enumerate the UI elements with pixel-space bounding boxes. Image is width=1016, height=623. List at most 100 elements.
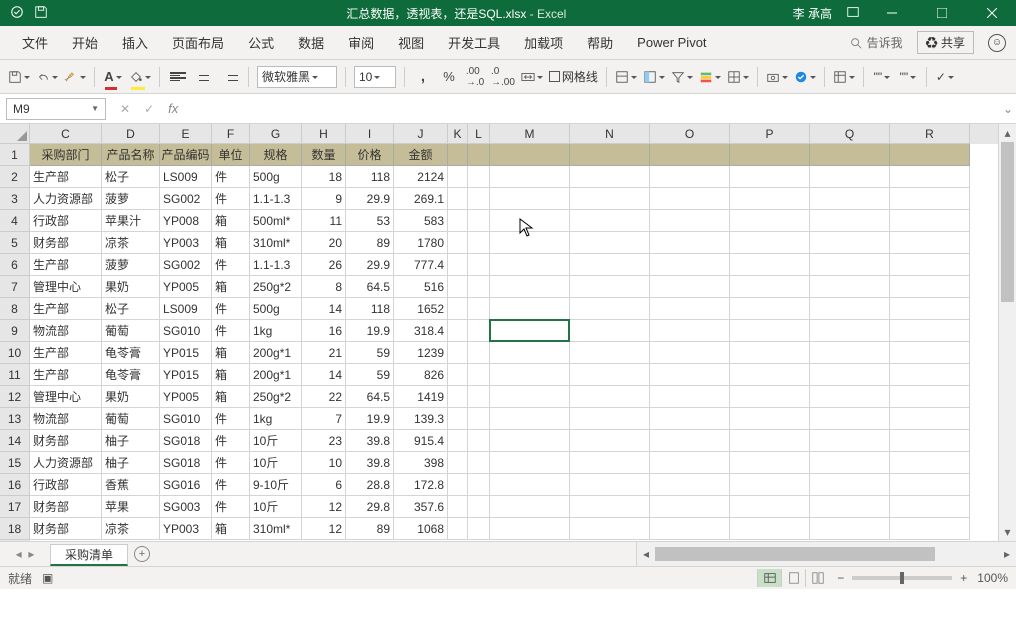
menu-Power Pivot[interactable]: Power Pivot [625,26,718,60]
col-header-E[interactable]: E [160,124,212,144]
cell[interactable]: 29.9 [346,188,394,210]
cell[interactable]: 财务部 [30,518,102,540]
cell[interactable] [468,452,490,474]
cell[interactable]: 21 [302,342,346,364]
cell[interactable]: SG018 [160,452,212,474]
cell[interactable]: 箱 [212,276,250,298]
formula-input[interactable] [192,98,1000,120]
zoom-slider[interactable] [852,576,952,580]
cell[interactable] [890,496,970,518]
cell[interactable]: 64.5 [346,386,394,408]
cell[interactable] [490,298,570,320]
freeze-panes-tool[interactable] [643,65,665,89]
align-right-tool[interactable] [220,65,240,89]
cell[interactable] [570,166,650,188]
row-header-12[interactable]: 12 [0,386,30,408]
cell[interactable] [490,430,570,452]
maximize-button[interactable] [924,0,960,26]
col-header-M[interactable]: M [490,124,570,144]
sheet-tab-active[interactable]: 采购清单 [50,544,128,566]
borders-tool[interactable] [727,65,749,89]
cell[interactable]: 1419 [394,386,448,408]
cell[interactable]: 500g [250,166,302,188]
autosave-icon[interactable] [10,5,24,22]
font-color-tool[interactable]: A [103,65,123,89]
font-size-select[interactable]: 10 [354,66,396,88]
cell[interactable]: 件 [212,452,250,474]
header-cell[interactable] [448,144,468,166]
cell[interactable]: 箱 [212,364,250,386]
cell[interactable] [730,364,810,386]
row-header-11[interactable]: 11 [0,364,30,386]
row-header-7[interactable]: 7 [0,276,30,298]
cell[interactable] [448,496,468,518]
header-cell[interactable]: 单位 [212,144,250,166]
cell[interactable]: 葡萄 [102,408,160,430]
cell[interactable]: YP005 [160,276,212,298]
cell[interactable]: 139.3 [394,408,448,430]
cell[interactable]: 龟苓膏 [102,364,160,386]
row-header-2[interactable]: 2 [0,166,30,188]
cell[interactable]: 菠萝 [102,254,160,276]
cell[interactable]: 2124 [394,166,448,188]
cell[interactable] [650,232,730,254]
cell[interactable]: 28.8 [346,474,394,496]
cell[interactable] [810,364,890,386]
misc-tool-3[interactable]: ✓ [935,65,955,89]
view-page-layout-button[interactable] [781,569,805,587]
cell[interactable] [490,386,570,408]
cell[interactable] [490,452,570,474]
cell[interactable]: 10斤 [250,496,302,518]
cell[interactable] [448,298,468,320]
row-header-17[interactable]: 17 [0,496,30,518]
view-page-break-button[interactable] [805,569,829,587]
header-cell[interactable] [570,144,650,166]
cell[interactable] [448,210,468,232]
row-header-15[interactable]: 15 [0,452,30,474]
cell[interactable] [810,320,890,342]
menu-开发工具[interactable]: 开发工具 [436,26,512,60]
expand-formula-bar-icon[interactable]: ⌄ [1000,102,1016,116]
worksheet-tool[interactable] [615,65,637,89]
cell[interactable]: 64.5 [346,276,394,298]
menu-开始[interactable]: 开始 [60,26,110,60]
cell[interactable]: 7 [302,408,346,430]
col-header-C[interactable]: C [30,124,102,144]
cell[interactable]: 826 [394,364,448,386]
cell[interactable] [810,166,890,188]
cell[interactable]: SG010 [160,320,212,342]
cell[interactable]: 箱 [212,232,250,254]
cell[interactable] [890,320,970,342]
cell[interactable]: 件 [212,254,250,276]
cell[interactable] [730,298,810,320]
header-cell[interactable] [810,144,890,166]
cell[interactable] [730,452,810,474]
cell[interactable]: 箱 [212,342,250,364]
cell[interactable]: 生产部 [30,298,102,320]
cell[interactable] [570,518,650,540]
col-header-I[interactable]: I [346,124,394,144]
cell[interactable]: 89 [346,232,394,254]
cell[interactable] [810,386,890,408]
cell[interactable] [468,276,490,298]
cell[interactable]: 19.9 [346,320,394,342]
row-header-8[interactable]: 8 [0,298,30,320]
cell[interactable]: 1780 [394,232,448,254]
cell[interactable]: 583 [394,210,448,232]
col-header-D[interactable]: D [102,124,160,144]
cell[interactable]: 生产部 [30,254,102,276]
cell[interactable]: 件 [212,496,250,518]
cell[interactable]: 318.4 [394,320,448,342]
cell[interactable] [468,210,490,232]
macro-record-icon[interactable]: ▣ [42,571,53,585]
cell[interactable]: 11 [302,210,346,232]
cell[interactable] [810,254,890,276]
col-header-G[interactable]: G [250,124,302,144]
header-cell[interactable]: 规格 [250,144,302,166]
cell[interactable] [468,298,490,320]
cell[interactable] [570,386,650,408]
cell[interactable]: 松子 [102,166,160,188]
cell[interactable]: 管理中心 [30,276,102,298]
validation-tool[interactable] [794,65,816,89]
cell[interactable] [730,408,810,430]
